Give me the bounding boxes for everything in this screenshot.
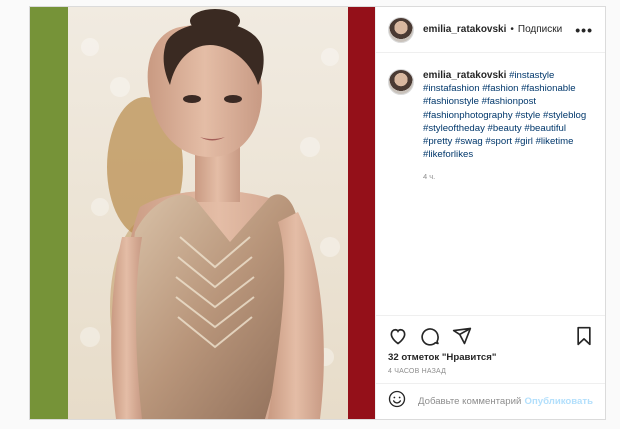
hashtag-link[interactable]: #styleoftheday <box>423 123 485 134</box>
post-image <box>30 7 375 419</box>
hashtag-link[interactable]: #likeforlikes <box>423 149 473 160</box>
post-time[interactable]: 4 ч. <box>423 170 593 183</box>
emoji-icon[interactable] <box>388 390 406 413</box>
hashtag-link[interactable]: #beautiful <box>524 123 566 134</box>
hashtag-link[interactable]: #liketime <box>536 136 574 147</box>
avatar[interactable] <box>388 16 414 43</box>
time-ago[interactable]: 4 часов назад <box>388 368 593 375</box>
instagram-post: emilia_ratakovski • Подписки ••• emilia_… <box>29 6 606 420</box>
share-icon[interactable] <box>452 326 472 346</box>
hashtag-link[interactable]: #fashionphotography <box>423 110 513 121</box>
hashtag-link[interactable]: #instastyle <box>509 70 554 81</box>
caption: emilia_ratakovski #instastyle #instafash… <box>376 53 605 315</box>
action-bar: 32 отметок "Нравится" 4 часов назад <box>376 315 605 375</box>
publish-button[interactable]: Опубликовать <box>524 396 593 407</box>
following-button[interactable]: Подписки <box>518 24 562 35</box>
hashtag-link[interactable]: #styleblog <box>543 110 586 121</box>
hashtag-link[interactable]: #sport <box>485 136 512 147</box>
heart-icon[interactable] <box>388 326 408 346</box>
post-sidebar: emilia_ratakovski • Подписки ••• emilia_… <box>375 7 605 419</box>
hashtag-list: #instastyle #instafashion #fashion #fash… <box>423 70 586 160</box>
caption-avatar[interactable] <box>388 69 414 95</box>
header-username[interactable]: emilia_ratakovski <box>423 24 506 35</box>
hashtag-link[interactable]: #fashionpost <box>482 96 536 107</box>
comment-icon[interactable] <box>420 326 440 346</box>
caption-username[interactable]: emilia_ratakovski <box>423 70 506 81</box>
hashtag-link[interactable]: #instafashion <box>423 83 480 94</box>
caption-text: emilia_ratakovski #instastyle #instafash… <box>423 69 593 315</box>
hashtag-link[interactable]: #girl <box>515 136 533 147</box>
bookmark-icon[interactable] <box>575 326 593 346</box>
comment-input[interactable] <box>416 395 525 408</box>
more-horizontal-icon[interactable]: ••• <box>575 22 593 38</box>
hashtag-link[interactable]: #style <box>515 110 540 121</box>
comment-box: Опубликовать <box>376 383 605 419</box>
hashtag-link[interactable]: #swag <box>455 136 483 147</box>
header-separator: • <box>510 24 514 35</box>
hashtag-link[interactable]: #beauty <box>488 123 522 134</box>
post-photo[interactable] <box>30 7 375 419</box>
post-header: emilia_ratakovski • Подписки ••• <box>376 7 605 53</box>
hashtag-link[interactable]: #fashionstyle <box>423 96 479 107</box>
likes-count[interactable]: 32 отметок "Нравится" <box>388 352 593 363</box>
hashtag-link[interactable]: #fashionable <box>521 83 575 94</box>
hashtag-link[interactable]: #pretty <box>423 136 452 147</box>
hashtag-link[interactable]: #fashion <box>482 83 518 94</box>
